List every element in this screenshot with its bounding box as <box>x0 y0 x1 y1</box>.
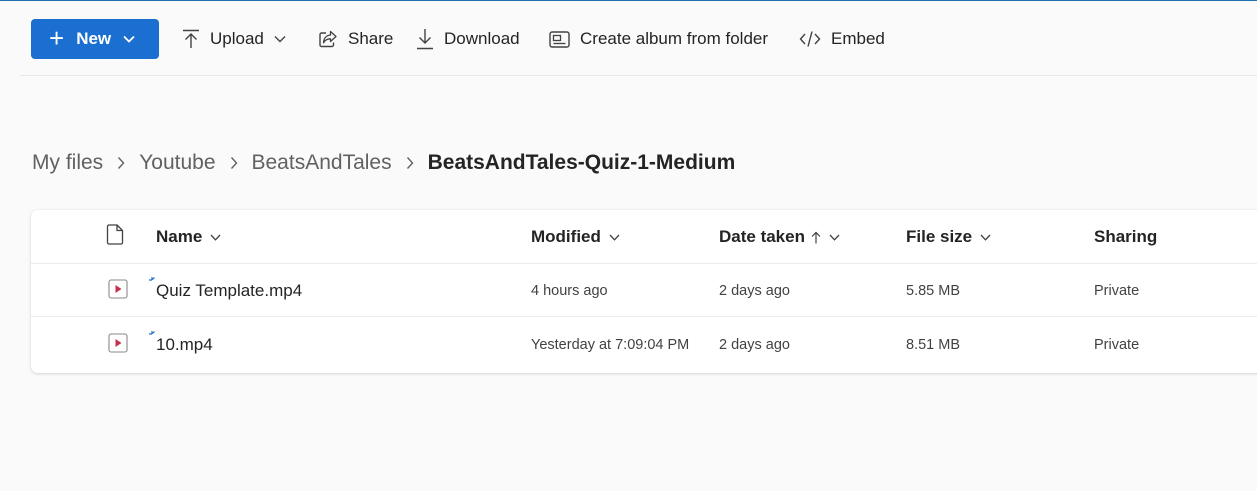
video-file-icon <box>108 279 128 301</box>
breadcrumb-current-folder: BeatsAndTales-Quiz-1-Medium <box>427 151 736 174</box>
breadcrumb-item-beatsandtales[interactable]: BeatsAndTales <box>252 151 392 175</box>
embed-button[interactable]: Embed <box>799 19 885 59</box>
breadcrumb: My files Youtube BeatsAndTales BeatsAndT… <box>32 147 735 179</box>
chevron-down-icon <box>123 35 135 43</box>
file-date-taken: 2 days ago <box>719 336 790 353</box>
share-button[interactable]: Share <box>318 19 393 59</box>
upload-button[interactable]: Upload <box>182 19 286 59</box>
share-icon <box>318 30 338 48</box>
column-header-modified[interactable]: Modified <box>531 210 620 264</box>
file-name[interactable]: 10.mp4 <box>156 318 213 371</box>
column-header-name-label: Name <box>156 227 203 246</box>
chevron-right-icon <box>230 156 238 170</box>
file-modified: Yesterday at 7:09:04 PM <box>531 336 690 353</box>
column-header-file-size[interactable]: File size <box>906 210 991 264</box>
chevron-down-icon <box>210 234 221 241</box>
column-header-sharing[interactable]: Sharing <box>1094 210 1157 264</box>
breadcrumb-item-youtube[interactable]: Youtube <box>139 151 215 175</box>
create-album-button[interactable]: Create album from folder <box>549 19 768 59</box>
column-header-name[interactable]: Name <box>156 210 221 264</box>
chevron-down-icon <box>609 234 620 241</box>
file-size: 5.85 MB <box>906 282 960 299</box>
file-name[interactable]: Quiz Template.mp4 <box>156 264 302 317</box>
download-button[interactable]: Download <box>416 19 520 59</box>
video-file-icon <box>108 333 128 355</box>
table-row[interactable]: Quiz Template.mp4 4 hours ago 2 days ago… <box>31 264 1257 317</box>
upload-icon <box>182 29 200 49</box>
file-list: Name Modified Date taken File size Shari… <box>31 210 1257 373</box>
command-bar: + New Upload Share Download Create album… <box>20 1 1257 76</box>
chevron-down-icon <box>274 35 286 43</box>
file-modified: 4 hours ago <box>531 282 608 299</box>
chevron-right-icon <box>406 156 414 170</box>
table-header: Name Modified Date taken File size Shari… <box>31 210 1257 264</box>
file-type-column-header[interactable] <box>106 210 124 264</box>
create-album-label: Create album from folder <box>580 29 769 48</box>
chevron-down-icon <box>829 234 840 241</box>
download-icon <box>416 28 434 50</box>
column-header-file-size-label: File size <box>906 227 973 246</box>
column-header-date-taken[interactable]: Date taken <box>719 210 840 264</box>
breadcrumb-item-my-files[interactable]: My files <box>32 151 103 175</box>
new-button-label: New <box>76 29 112 48</box>
code-icon <box>799 30 821 48</box>
embed-label: Embed <box>831 29 885 48</box>
file-sharing: Private <box>1094 336 1140 353</box>
file-size: 8.51 MB <box>906 336 960 353</box>
file-type-icon <box>106 224 124 250</box>
file-sharing: Private <box>1094 282 1140 299</box>
column-header-date-taken-label: Date taken <box>719 227 805 246</box>
table-row[interactable]: 10.mp4 Yesterday at 7:09:04 PM 2 days ag… <box>31 318 1257 371</box>
download-label: Download <box>444 29 520 48</box>
column-header-modified-label: Modified <box>531 227 601 246</box>
album-icon <box>549 30 570 48</box>
chevron-right-icon <box>117 156 125 170</box>
plus-icon: + <box>49 22 65 53</box>
upload-label: Upload <box>210 29 264 48</box>
chevron-down-icon <box>980 234 991 241</box>
sort-ascending-arrow-icon <box>811 231 821 244</box>
new-button[interactable]: + New <box>31 19 159 59</box>
share-label: Share <box>348 29 394 48</box>
file-date-taken: 2 days ago <box>719 282 790 299</box>
column-header-sharing-label: Sharing <box>1094 227 1158 246</box>
